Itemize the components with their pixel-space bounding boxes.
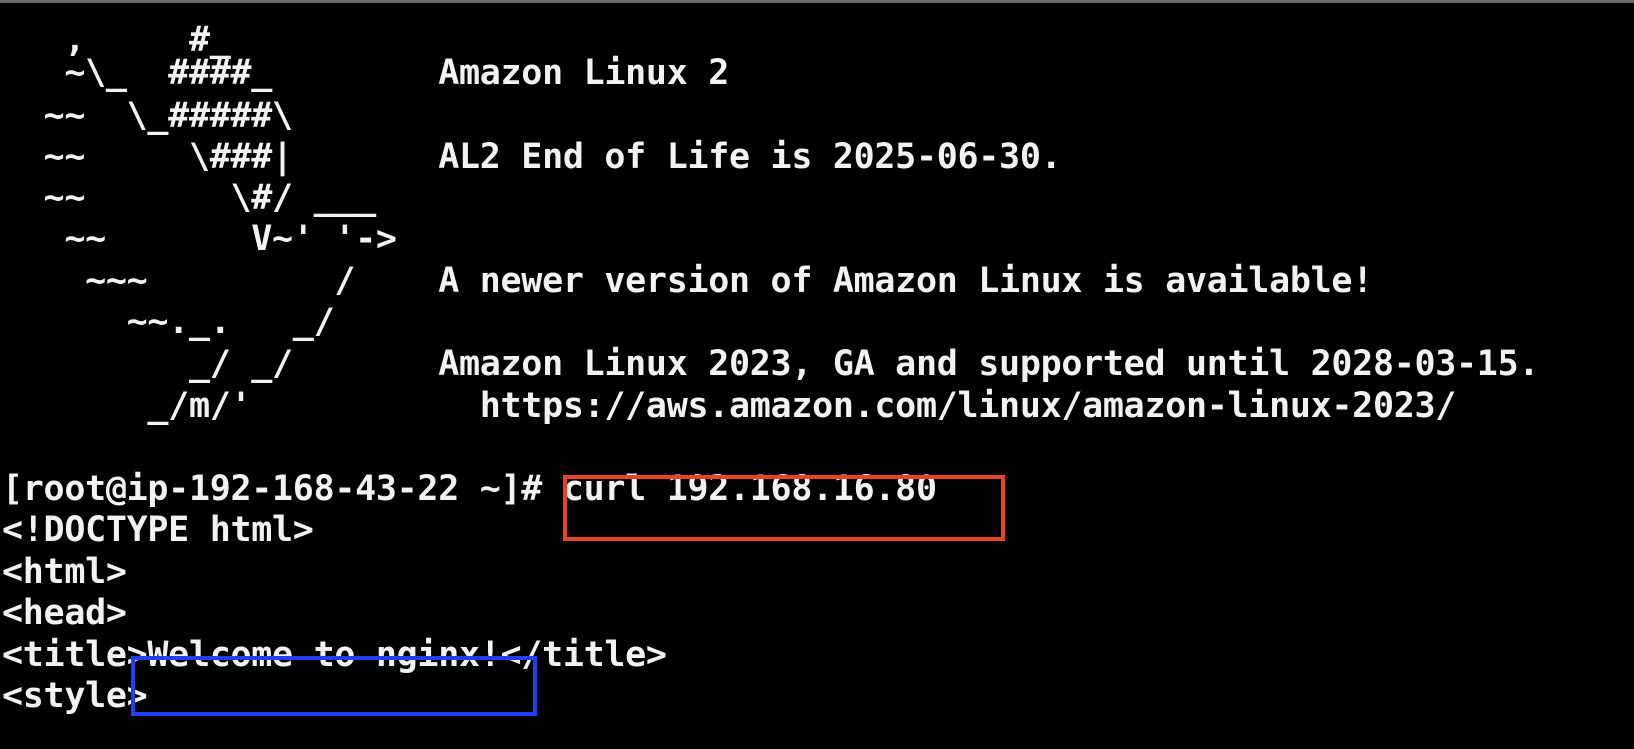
output-head-tag: <head> [2,593,127,633]
motd-line-end-of-life: ~~ \###| AL2 End of Life is 2025-06-30. [2,137,1062,177]
motd-line-newer-version: ~~~ / A newer version of Amazon Linux is… [2,261,1373,301]
motd-ascii-line-8: ~~._. _/ [2,302,335,342]
output-html-tag: <html> [2,552,127,592]
motd-ascii-line-5: ~~ \#/ ___ [2,178,377,218]
output-title-tag: <title>Welcome to nginx!</title> [2,635,667,675]
terminal-output[interactable]: , #_ ~\_ ####_ Amazon Linux 2 ~~ \_#####… [2,5,1634,749]
motd-ascii-line-3: ~~ \_#####\ [2,96,294,136]
output-doctype: <!DOCTYPE html> [2,510,314,550]
output-style-tag: <style> [2,676,148,716]
motd-ascii-line-6: ~~ V~' '-> [2,219,397,259]
motd-line-al2023-url: _/m/' https://aws.amazon.com/linux/amazo… [2,386,1457,426]
shell-prompt-command: [root@ip-192-168-43-22 ~]# curl 192.168.… [2,469,937,509]
motd-line-amazon-linux-2: ~\_ ####_ Amazon Linux 2 [2,53,730,93]
motd-line-al2023-support: _/ _/ Amazon Linux 2023, GA and supporte… [2,344,1540,384]
terminal-window: , #_ ~\_ ####_ Amazon Linux 2 ~~ \_#####… [0,0,1634,746]
